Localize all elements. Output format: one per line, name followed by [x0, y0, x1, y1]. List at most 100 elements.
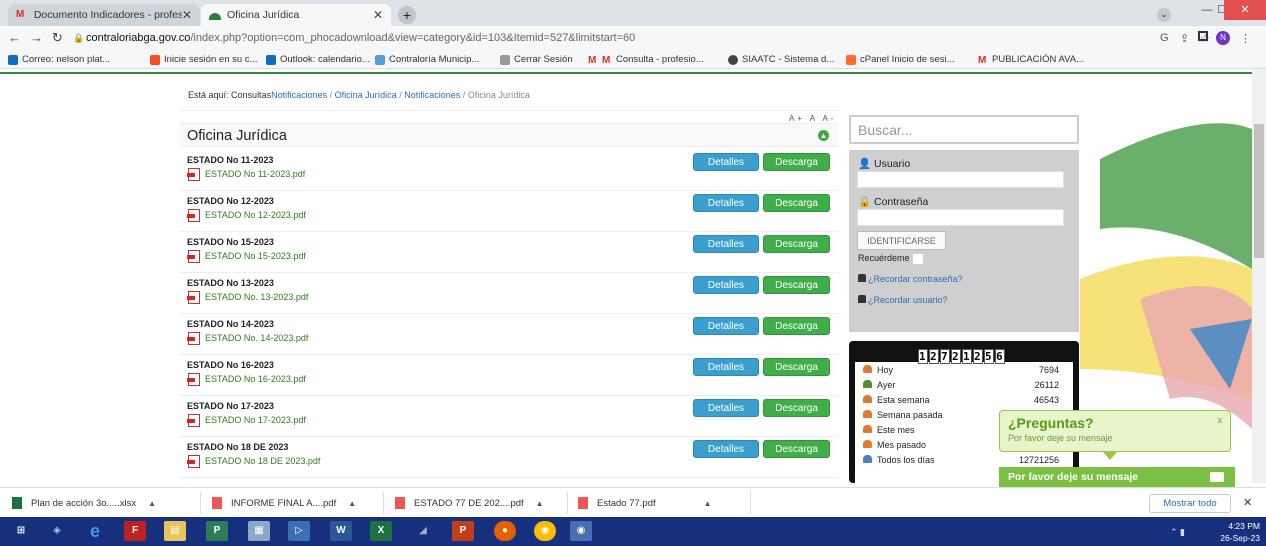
media-icon[interactable]: ◈ [46, 521, 68, 541]
bookmark-item[interactable]: M PUBLICACIÓN AVA... [978, 54, 1084, 66]
new-tab-button[interactable]: + [398, 6, 416, 24]
download-item[interactable]: Estado 77.pdf ▲ [578, 497, 712, 509]
tab-search-icon[interactable]: ⌄ [1157, 8, 1171, 22]
search-input[interactable]: Buscar... [849, 115, 1079, 144]
header-divider [0, 72, 1252, 74]
chat-bar[interactable]: Por favor deje su mensaje [999, 467, 1235, 487]
download-item[interactable]: Plan de acción 3o.....xlsx ▲ [12, 497, 156, 509]
download-button[interactable]: Descarga [763, 399, 830, 417]
document-file-link[interactable]: ESTADO No 16-2023.pdf [187, 373, 306, 386]
bookmark-item[interactable]: SIAATC - Sistema d... [728, 54, 834, 65]
bookmark-item[interactable]: Contraloría Municip... [375, 54, 479, 65]
forgot-user-link[interactable]: ¿Recordar usuario? [858, 295, 948, 305]
chevron-up-icon[interactable]: ▲ [704, 499, 712, 508]
pdf-icon [187, 332, 200, 345]
filezilla-icon[interactable]: F [124, 521, 146, 541]
download-button[interactable]: Descarga [763, 194, 830, 212]
close-downloads-icon[interactable]: ✕ [1243, 496, 1252, 509]
remember-checkbox[interactable] [913, 254, 923, 264]
excel-icon[interactable]: X [370, 521, 392, 541]
bookmark-item[interactable]: Cerrar Sesión [500, 54, 573, 65]
bookmark-item[interactable]: cPanel Inicio de sesi... [846, 54, 955, 65]
chevron-up-icon[interactable]: ▲ [348, 499, 356, 508]
menu-icon[interactable]: ⋮ [1240, 32, 1251, 45]
translate-icon[interactable]: G [1160, 32, 1169, 44]
details-button[interactable]: Detalles [693, 153, 759, 171]
download-button[interactable]: Descarga [763, 440, 830, 458]
media-player-icon[interactable]: ▷ [288, 521, 310, 541]
username-field[interactable] [857, 171, 1064, 188]
details-button[interactable]: Detalles [693, 235, 759, 253]
document-file-link[interactable]: ESTADO No 11-2023.pdf [187, 168, 305, 181]
stat-value: 12721256 [1018, 455, 1059, 465]
document-file-link[interactable]: ESTADO No. 13-2023.pdf [187, 291, 308, 304]
windows-start-icon[interactable]: ⊞ [10, 521, 32, 541]
breadcrumb-notificaciones-2[interactable]: Notificaciones [404, 90, 460, 100]
details-button[interactable]: Detalles [693, 194, 759, 212]
window-close-button[interactable]: ✕ [1224, 0, 1266, 20]
gmail-icon: M [602, 54, 611, 66]
chevron-up-icon[interactable]: ▲ [536, 499, 544, 508]
forgot-password-link[interactable]: ¿Recordar contraseña? [858, 274, 963, 284]
powerpoint-icon[interactable]: P [452, 521, 474, 541]
chat-bubble[interactable]: ¿Preguntas? Por favor deje su mensaje x [999, 410, 1231, 452]
download-button[interactable]: Descarga [763, 153, 830, 171]
bookmark-item[interactable]: Correo: nelson plat... [8, 54, 110, 65]
lock-icon[interactable]: 🔒 [73, 33, 84, 44]
download-item[interactable]: ESTADO 77 DE 202....pdf ▲ [395, 497, 544, 509]
internet-explorer-icon[interactable]: e [84, 521, 106, 541]
app-icon[interactable]: ◢ [412, 521, 434, 541]
reload-icon[interactable]: ↻ [52, 30, 63, 46]
share-icon[interactable]: ⇪ [1180, 32, 1189, 45]
tab-oficina-juridica[interactable]: Oficina Jurídica ✕ [201, 4, 391, 26]
clock-date: 26-Sep-23 [1220, 533, 1260, 543]
download-button[interactable]: Descarga [763, 276, 830, 294]
file-explorer-icon[interactable]: ▤ [164, 521, 186, 541]
breadcrumb-consultas[interactable]: Consultas [231, 90, 271, 100]
close-icon[interactable]: ✕ [373, 8, 383, 22]
document-file-link[interactable]: ESTADO No 17-2023.pdf [187, 414, 306, 427]
details-button[interactable]: Detalles [693, 440, 759, 458]
bookmark-item[interactable]: Outlook: calendario... [266, 54, 370, 65]
document-file-link[interactable]: ESTADO No 15-2023.pdf [187, 250, 306, 263]
category-up-icon[interactable]: ▲ [818, 130, 829, 141]
details-button[interactable]: Detalles [693, 317, 759, 335]
sidepanel-icon[interactable] [1198, 31, 1208, 41]
password-field[interactable] [857, 209, 1064, 226]
calculator-icon[interactable]: ▦ [248, 521, 270, 541]
download-button[interactable]: Descarga [763, 235, 830, 253]
counter-stat: Ayer 26112 [863, 380, 1073, 390]
close-icon[interactable]: ✕ [182, 8, 192, 22]
firefox-icon[interactable]: ● [494, 521, 516, 541]
breadcrumb-notificaciones[interactable]: Notificaciones [271, 90, 327, 100]
back-icon[interactable]: ← [8, 30, 21, 45]
chrome-icon[interactable]: ◉ [534, 521, 556, 541]
breadcrumb-oficina-juridica[interactable]: Oficina Jurídica [335, 90, 397, 100]
url-field[interactable]: contraloriabga.gov.co/index.php?option=c… [86, 30, 1146, 47]
font-size-controls[interactable]: A+ A A- [789, 114, 836, 123]
clock[interactable]: 4:23 PM 26-Sep-23 [1208, 520, 1260, 544]
document-file-link[interactable]: ESTADO No 18 DE 2023.pdf [187, 455, 320, 468]
details-button[interactable]: Detalles [693, 276, 759, 294]
tab-documento-indicadores[interactable]: M Documento Indicadores - profes ✕ [8, 4, 200, 26]
document-file-link[interactable]: ESTADO No. 14-2023.pdf [187, 332, 308, 345]
profile-avatar[interactable]: N [1216, 31, 1230, 45]
download-button[interactable]: Descarga [763, 317, 830, 335]
project-icon[interactable]: P [206, 521, 228, 541]
chrome-profile-icon[interactable]: ◉ [570, 521, 592, 541]
bookmark-item[interactable]: Inicie sesión en su c... [150, 54, 257, 65]
bookmark-item[interactable]: M M Consulta - profesio... [588, 54, 704, 66]
system-tray-icons[interactable]: ⌃ ▮ [1170, 527, 1185, 538]
chevron-up-icon[interactable]: ▲ [148, 499, 156, 508]
details-button[interactable]: Detalles [693, 399, 759, 417]
scrollbar-thumb[interactable] [1254, 124, 1264, 258]
show-all-downloads-button[interactable]: Mostrar todo [1149, 494, 1231, 513]
word-icon[interactable]: W [330, 521, 352, 541]
forward-icon[interactable]: → [30, 30, 43, 45]
login-button[interactable]: IDENTIFICARSE [857, 231, 946, 250]
chat-close-icon[interactable]: x [1218, 415, 1223, 425]
download-item[interactable]: INFORME FINAL A....pdf ▲ [212, 497, 356, 509]
document-file-link[interactable]: ESTADO No 12-2023.pdf [187, 209, 306, 222]
details-button[interactable]: Detalles [693, 358, 759, 376]
download-button[interactable]: Descarga [763, 358, 830, 376]
